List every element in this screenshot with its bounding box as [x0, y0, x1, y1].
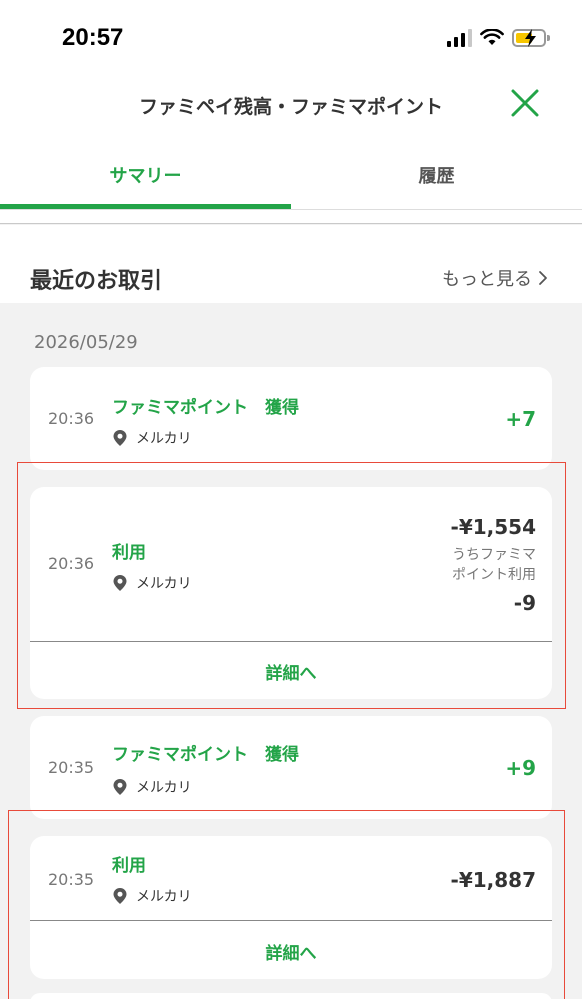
location-pin-icon — [113, 575, 127, 591]
transaction-amount: -¥1,554 — [450, 515, 536, 539]
store-name: メルカリ — [136, 576, 192, 592]
tab-indicator — [0, 204, 291, 209]
section-divider — [0, 210, 582, 224]
store-name: メルカリ — [136, 431, 192, 447]
see-more-link[interactable]: もっと見る — [442, 265, 548, 291]
transaction-card[interactable]: 20:36 利用 メルカリ -¥1,554 うちファミマ ポイント利用 -9 詳… — [30, 487, 552, 699]
transaction-title: ファミマポイント 獲得 — [112, 398, 299, 418]
wifi-icon — [480, 29, 504, 45]
transaction-card[interactable]: 20:35 ファミマポイント 獲得 メルカリ +9 — [30, 716, 552, 819]
transaction-card-partial[interactable] — [30, 993, 552, 999]
transaction-time: 20:35 — [48, 758, 95, 777]
section-title: 最近のお取引 — [30, 269, 163, 294]
battery-charging-icon — [512, 29, 550, 47]
transaction-store: メルカリ — [112, 886, 192, 906]
transaction-amount: +9 — [505, 756, 536, 780]
location-pin-icon — [113, 888, 127, 904]
points-used-amount: -9 — [513, 591, 536, 615]
points-used-label-2: ポイント利用 — [452, 567, 536, 583]
detail-button[interactable]: 詳細へ — [30, 659, 552, 684]
transaction-title: 利用 — [112, 543, 146, 563]
transaction-store: メルカリ — [112, 777, 192, 797]
store-name: メルカリ — [136, 889, 192, 905]
detail-button[interactable]: 詳細へ — [30, 939, 552, 964]
card-divider — [30, 641, 552, 642]
status-time: 20:57 — [62, 24, 124, 51]
transaction-time: 20:36 — [48, 409, 95, 428]
recent-transactions-header: 最近のお取引 もっと見る — [0, 225, 582, 303]
transaction-title: ファミマポイント 獲得 — [112, 745, 299, 765]
transaction-store: メルカリ — [112, 573, 192, 593]
chevron-right-icon — [539, 271, 547, 285]
transaction-amount: -¥1,887 — [450, 868, 536, 892]
date-group-label: 2026/05/29 — [34, 332, 138, 353]
signal-icon — [447, 29, 472, 47]
transaction-amount: +7 — [505, 407, 536, 431]
location-pin-icon — [113, 430, 127, 446]
transaction-store: メルカリ — [112, 428, 192, 448]
transaction-title: 利用 — [112, 856, 146, 876]
tab-bar: サマリー 履歴 — [0, 130, 582, 210]
store-name: メルカリ — [136, 780, 192, 796]
app-header: ファミペイ残高・ファミマポイント — [0, 80, 582, 130]
transaction-card[interactable]: 20:36 ファミマポイント 獲得 メルカリ +7 — [30, 367, 552, 470]
transaction-card[interactable]: 20:35 利用 メルカリ -¥1,887 詳細へ — [30, 836, 552, 979]
page-title: ファミペイ残高・ファミマポイント — [138, 96, 443, 118]
location-pin-icon — [113, 779, 127, 795]
transaction-time: 20:36 — [48, 554, 95, 573]
see-more-label: もっと見る — [442, 269, 532, 290]
card-divider — [30, 920, 552, 921]
close-icon[interactable] — [506, 84, 544, 122]
status-bar: 20:57 — [0, 0, 582, 80]
points-used-label: うちファミマ — [452, 547, 536, 563]
transaction-time: 20:35 — [48, 870, 95, 889]
tab-summary[interactable]: サマリー — [0, 162, 291, 188]
status-icons — [447, 26, 550, 50]
tab-history[interactable]: 履歴 — [291, 162, 582, 188]
